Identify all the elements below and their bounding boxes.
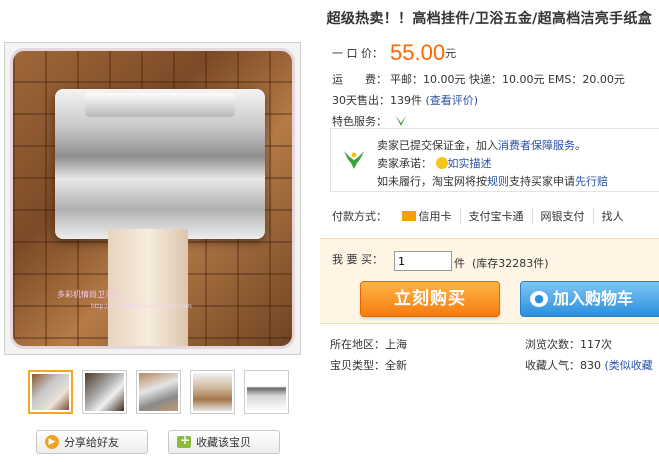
- tissue-holder-shape: [55, 89, 265, 239]
- advance-compensation-link[interactable]: 先行赔: [575, 175, 608, 188]
- favorite-button[interactable]: 收藏该宝贝: [168, 430, 280, 454]
- service-line-1: 卖家已提交保证金，加入消费者保障服务。: [377, 139, 586, 152]
- consumer-protection-icon[interactable]: [394, 115, 408, 127]
- promise-icon: [435, 157, 448, 169]
- cart-icon: ●: [530, 291, 548, 307]
- thumbnail-strip: [28, 370, 292, 414]
- favorite-icon: [177, 433, 191, 448]
- payment-find-someone[interactable]: 找人: [592, 208, 632, 224]
- quantity-unit: 件: [454, 257, 465, 270]
- service-line-3: 如未履行，淘宝网将按规则支持买家申请先行赔: [377, 175, 608, 188]
- thumbnail-4[interactable]: [190, 370, 235, 414]
- item-type-value: 全新: [385, 359, 407, 372]
- payment-online-bank[interactable]: 网银支付: [531, 208, 593, 224]
- price-label: 一 口 价：: [332, 47, 383, 60]
- view-reviews-link[interactable]: (查看评价): [426, 94, 479, 107]
- similar-favorites-link[interactable]: (类似收藏: [605, 359, 653, 372]
- shipping-row: 运 费： 平邮：10.00元 快递：10.00元 EMS：20.00元: [332, 71, 625, 87]
- payment-credit-card[interactable]: 信用卡: [394, 208, 460, 224]
- buy-box: 我 要 买： 件 (库存32283件) 立刻购买 ● 加入购物车: [320, 238, 659, 324]
- stock-count: (库存32283件): [472, 257, 549, 270]
- sales-row: 30天售出：139件 (查看评价): [332, 92, 478, 108]
- service-line-2: 卖家承诺： 如实描述: [377, 157, 492, 170]
- add-to-cart-label: 加入购物车: [553, 289, 634, 308]
- share-label: 分享给好友: [64, 436, 119, 449]
- payment-row: 付款方式： 信用卡 支付宝卡通 网银支付 找人: [332, 208, 632, 224]
- price-value: 55.00: [390, 40, 446, 65]
- sales-value: 139件: [390, 94, 422, 107]
- views-value: 117次: [580, 338, 612, 351]
- thumbnail-3[interactable]: [136, 370, 181, 414]
- consumer-protection-link[interactable]: 消费者保障服务: [498, 139, 575, 152]
- image-watermark-url: http://shop36655556.taobao.com: [91, 303, 192, 310]
- product-photo: 多彩机情尚卫浴馆 http://shop36655556.taobao.com: [10, 48, 295, 349]
- features-row: 特色服务：: [332, 113, 408, 129]
- views-row: 浏览次数：117次: [525, 338, 612, 351]
- thumbnail-5[interactable]: [244, 370, 289, 414]
- image-watermark: 多彩机情尚卫浴馆: [57, 290, 121, 299]
- favorite-label: 收藏该宝贝: [196, 436, 251, 449]
- quantity-label: 我 要 买：: [332, 253, 383, 266]
- share-button[interactable]: ▶ 分享给好友: [36, 430, 148, 454]
- price-row: 一 口 价： 55.00元: [332, 40, 456, 66]
- shipping-text: 平邮：10.00元 快递：10.00元 EMS：20.00元: [390, 73, 625, 86]
- region-row: 所在地区：上海: [330, 338, 407, 351]
- payment-label: 付款方式：: [332, 210, 387, 223]
- item-title: 超级热卖！！高档挂件/卫浴五金/超高档洁亮手纸盒: [326, 11, 652, 27]
- price-unit: 元: [445, 47, 457, 60]
- payment-alipay-card[interactable]: 支付宝卡通: [459, 208, 532, 224]
- region-value: 上海: [385, 338, 407, 351]
- as-described-link[interactable]: 如实描述: [448, 157, 492, 170]
- item-type-row: 宝贝类型：全新: [330, 359, 407, 372]
- thumbnail-1[interactable]: [28, 370, 73, 414]
- credit-card-icon: [401, 211, 416, 221]
- add-to-cart-button[interactable]: ● 加入购物车: [520, 281, 659, 317]
- thumbnail-2[interactable]: [82, 370, 127, 414]
- popularity-value: 830: [580, 359, 601, 372]
- sales-label: 30天售出：: [332, 94, 390, 107]
- popularity-row: 收藏人气：830 (类似收藏: [525, 359, 653, 372]
- main-product-image[interactable]: 多彩机情尚卫浴馆 http://shop36655556.taobao.com: [4, 42, 301, 355]
- features-label: 特色服务：: [332, 115, 387, 128]
- shipping-label: 运 费：: [332, 73, 387, 86]
- quantity-input[interactable]: [394, 251, 452, 271]
- service-guarantee-box: 卖家已提交保证金，加入消费者保障服务。 卖家承诺： 如实描述 如未履行，淘宝网将…: [330, 128, 659, 192]
- share-icon: ▶: [45, 435, 59, 449]
- buy-now-button[interactable]: 立刻购买: [360, 281, 500, 317]
- rules-link[interactable]: 规则: [487, 175, 509, 188]
- guarantee-hands-icon: [341, 149, 367, 171]
